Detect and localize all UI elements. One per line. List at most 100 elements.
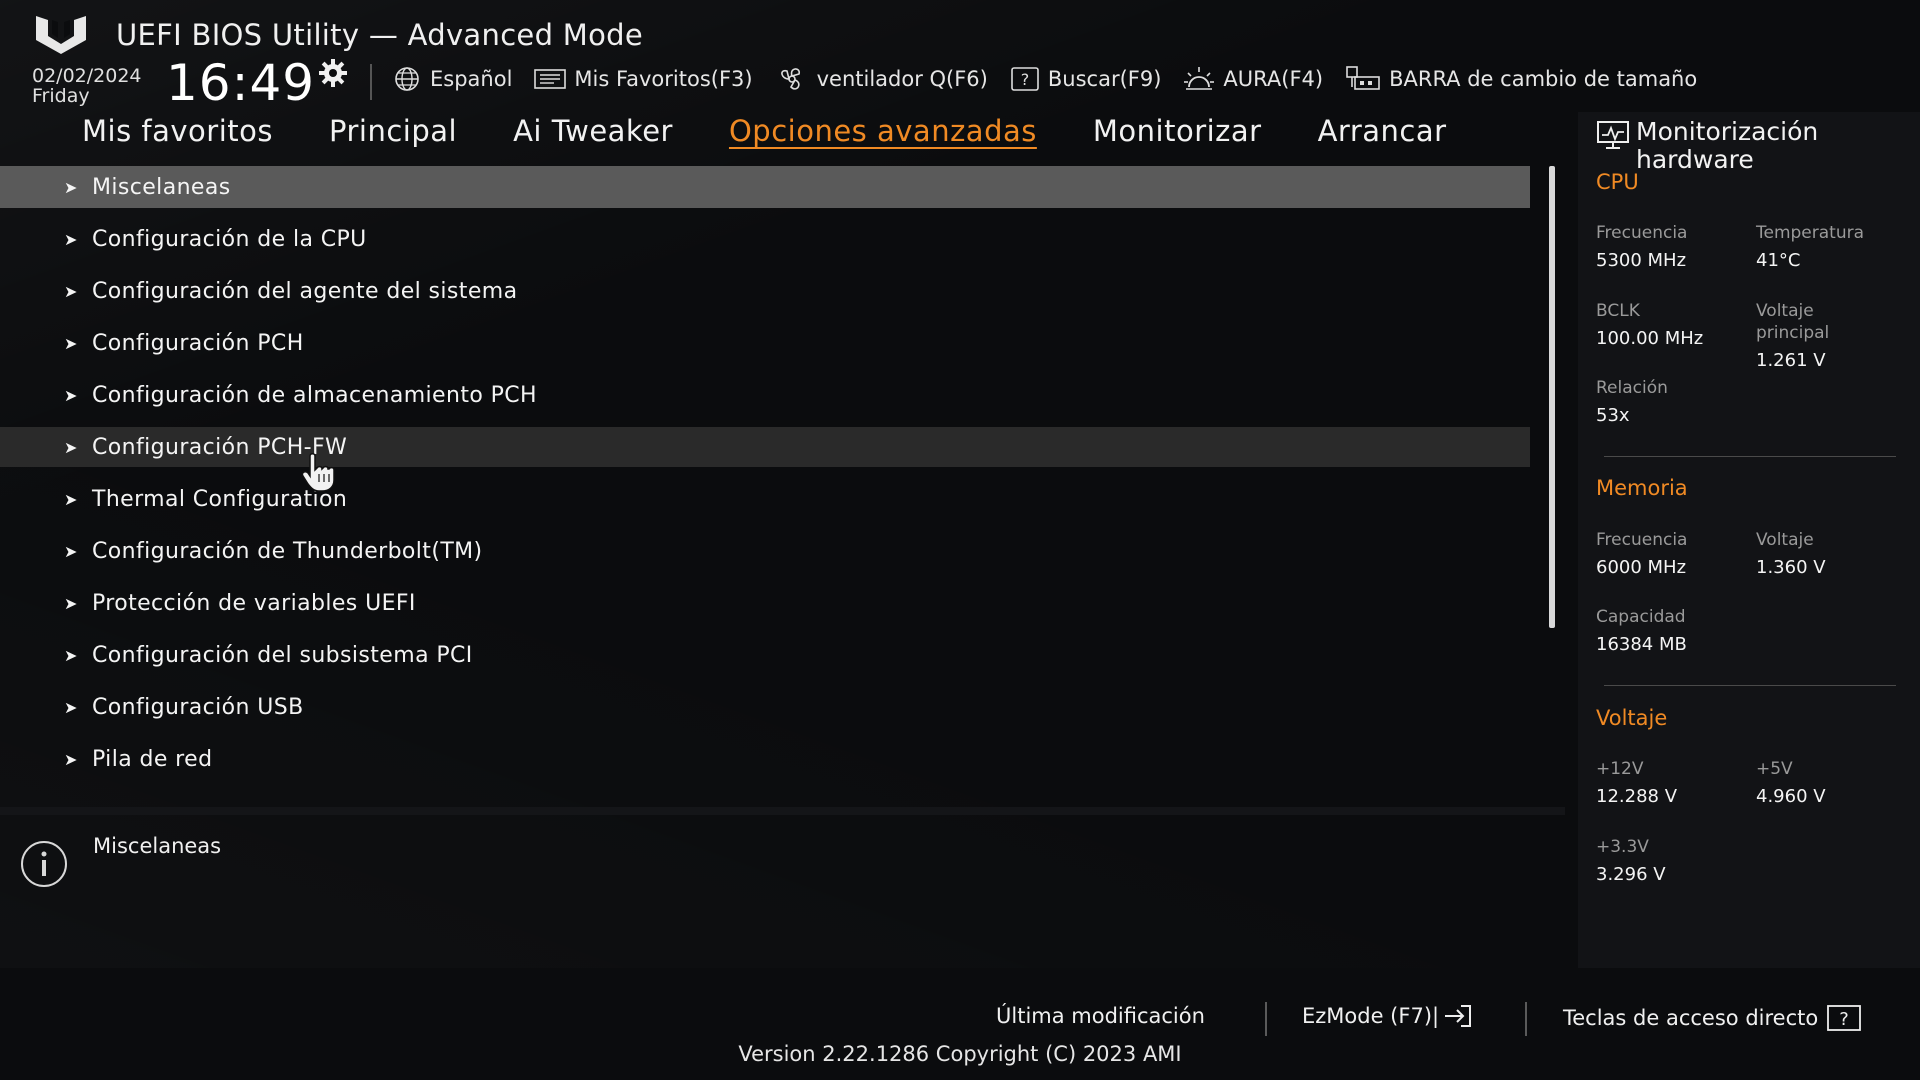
resize-bar-button[interactable]: BARRA de cambio de tamaño bbox=[1345, 65, 1697, 93]
v12-label: +12V bbox=[1596, 759, 1644, 779]
chevron-right-icon: ➤ bbox=[64, 645, 78, 665]
menu-item-thunderbolt[interactable]: ➤ Configuración de Thunderbolt(TM) bbox=[0, 525, 1530, 577]
hotkeys-label: Teclas de acceso directo bbox=[1563, 1006, 1819, 1030]
date-text: 02/02/2024 bbox=[32, 65, 142, 87]
info-icon bbox=[21, 841, 67, 887]
favorites-button[interactable]: Mis Favoritos(F3) bbox=[534, 67, 753, 91]
search-button[interactable]: ? Buscar(F9) bbox=[1010, 66, 1162, 92]
toolbar: Español Mis Favoritos(F3) ventilador Q(F… bbox=[392, 64, 1697, 94]
date-display: 02/02/2024 Friday bbox=[32, 66, 142, 106]
cpu-frequency-label: Frecuencia bbox=[1596, 223, 1688, 243]
menu-item-pch-fw[interactable]: ➤ Configuración PCH-FW bbox=[0, 427, 1530, 467]
menu-item-label: Configuración de Thunderbolt(TM) bbox=[92, 538, 483, 564]
hotkeys-button[interactable]: Teclas de acceso directo ? bbox=[1563, 1004, 1862, 1032]
v5-label: +5V bbox=[1756, 759, 1793, 779]
section-divider bbox=[1604, 685, 1896, 686]
menu-scrollbar[interactable] bbox=[1549, 166, 1555, 628]
ratio-label: Relación bbox=[1596, 378, 1668, 398]
menu-item-label: Configuración del agente del sistema bbox=[92, 278, 518, 304]
menu-item-thermal[interactable]: ➤ Thermal Configuration bbox=[0, 473, 1530, 525]
advanced-menu-list: ➤ Miscelaneas ➤ Configuración de la CPU … bbox=[0, 166, 1530, 785]
gear-icon[interactable] bbox=[318, 58, 348, 88]
aura-button[interactable]: AURA(F4) bbox=[1183, 65, 1323, 93]
help-box-icon: ? bbox=[1011, 67, 1039, 91]
help-box-icon: ? bbox=[1827, 1005, 1862, 1031]
language-button[interactable]: Español bbox=[392, 66, 512, 92]
chevron-right-icon: ➤ bbox=[64, 593, 78, 613]
menu-item-pch-storage[interactable]: ➤ Configuración de almacenamiento PCH bbox=[0, 369, 1530, 421]
tab-advanced[interactable]: Opciones avanzadas bbox=[729, 114, 1037, 148]
vcore-label: Voltaje principal bbox=[1756, 300, 1829, 344]
tab-boot[interactable]: Arrancar bbox=[1318, 114, 1447, 148]
chevron-right-icon: ➤ bbox=[64, 281, 78, 301]
chevron-right-icon: ➤ bbox=[64, 437, 78, 457]
header-divider bbox=[370, 64, 372, 100]
svg-text:?: ? bbox=[1839, 1009, 1849, 1030]
fan-icon bbox=[780, 68, 800, 90]
footer-divider bbox=[1265, 1002, 1267, 1036]
menu-item-network-stack[interactable]: ➤ Pila de red bbox=[0, 733, 1530, 785]
svg-text:?: ? bbox=[1021, 70, 1030, 89]
hardware-monitor-title: Monitorización hardware bbox=[1636, 117, 1819, 174]
qfan-button[interactable]: ventilador Q(F6) bbox=[775, 65, 988, 93]
resize-bar-icon bbox=[1346, 66, 1380, 90]
cpu-temperature-value: 41°C bbox=[1756, 250, 1801, 271]
v33-label: +3.3V bbox=[1596, 837, 1649, 857]
chevron-right-icon: ➤ bbox=[64, 697, 78, 717]
help-divider bbox=[0, 807, 1565, 815]
vcore-value: 1.261 V bbox=[1756, 350, 1826, 371]
menu-item-label: Configuración PCH bbox=[92, 330, 304, 356]
menu-item-system-agent[interactable]: ➤ Configuración del agente del sistema bbox=[0, 265, 1530, 317]
hand-pointer-icon bbox=[301, 453, 335, 492]
tab-favorites[interactable]: Mis favoritos bbox=[82, 114, 273, 148]
v12-value: 12.288 V bbox=[1596, 786, 1678, 807]
ezmode-button[interactable]: EzMode (F7)| bbox=[1302, 1004, 1473, 1028]
favorites-icon bbox=[534, 69, 567, 89]
v33-value: 3.296 V bbox=[1596, 864, 1666, 885]
menu-item-cpu-config[interactable]: ➤ Configuración de la CPU bbox=[0, 213, 1530, 265]
help-description: Miscelaneas bbox=[93, 834, 222, 858]
language-label: Español bbox=[430, 67, 513, 91]
footer-divider bbox=[1525, 1002, 1527, 1036]
tab-ai-tweaker[interactable]: Ai Tweaker bbox=[513, 114, 673, 148]
tuf-logo-icon bbox=[36, 16, 86, 54]
menu-item-miscellaneous[interactable]: ➤ Miscelaneas bbox=[0, 166, 1530, 208]
globe-icon bbox=[395, 67, 419, 91]
chevron-right-icon: ➤ bbox=[64, 229, 78, 249]
chevron-right-icon: ➤ bbox=[64, 385, 78, 405]
menu-item-pch-config[interactable]: ➤ Configuración PCH bbox=[0, 317, 1530, 369]
chevron-right-icon: ➤ bbox=[64, 177, 78, 197]
memory-frequency-label: Frecuencia bbox=[1596, 530, 1688, 550]
menu-item-label: Miscelaneas bbox=[92, 174, 231, 200]
memory-frequency-value: 6000 MHz bbox=[1596, 557, 1687, 578]
ratio-value: 53x bbox=[1596, 405, 1630, 426]
memory-heading: Memoria bbox=[1596, 476, 1688, 500]
chevron-right-icon: ➤ bbox=[64, 333, 78, 353]
resize-bar-label: BARRA de cambio de tamaño bbox=[1389, 67, 1698, 91]
menu-item-label: Configuración de almacenamiento PCH bbox=[92, 382, 537, 408]
menu-item-label: Configuración del subsistema PCI bbox=[92, 642, 473, 668]
aura-label: AURA(F4) bbox=[1223, 67, 1324, 91]
qfan-label: ventilador Q(F6) bbox=[816, 67, 988, 91]
cpu-temperature-label: Temperatura bbox=[1756, 223, 1865, 243]
monitor-icon bbox=[1597, 121, 1629, 149]
menu-item-usb[interactable]: ➤ Configuración USB bbox=[0, 681, 1530, 733]
tab-monitor[interactable]: Monitorizar bbox=[1093, 114, 1262, 148]
menu-item-uefi-variables[interactable]: ➤ Protección de variables UEFI bbox=[0, 577, 1530, 629]
menu-item-pci-subsystem[interactable]: ➤ Configuración del subsistema PCI bbox=[0, 629, 1530, 681]
vcore-label-line2: principal bbox=[1756, 323, 1830, 343]
menu-item-label: Protección de variables UEFI bbox=[92, 590, 416, 616]
section-divider bbox=[1604, 456, 1896, 457]
vcore-label-line1: Voltaje bbox=[1756, 301, 1814, 321]
search-label: Buscar(F9) bbox=[1047, 67, 1162, 91]
cpu-heading: CPU bbox=[1596, 170, 1639, 194]
clock: 16:49 bbox=[166, 54, 316, 112]
ezmode-label: EzMode (F7)| bbox=[1302, 1004, 1440, 1028]
menu-item-label: Configuración de la CPU bbox=[92, 226, 367, 252]
menu-item-label: Pila de red bbox=[92, 746, 213, 772]
bclk-label: BCLK bbox=[1596, 301, 1640, 321]
chevron-right-icon: ➤ bbox=[64, 489, 78, 509]
last-modified-button[interactable]: Última modificación bbox=[996, 1004, 1205, 1028]
bclk-value: 100.00 MHz bbox=[1596, 328, 1704, 349]
tab-main[interactable]: Principal bbox=[329, 114, 457, 148]
